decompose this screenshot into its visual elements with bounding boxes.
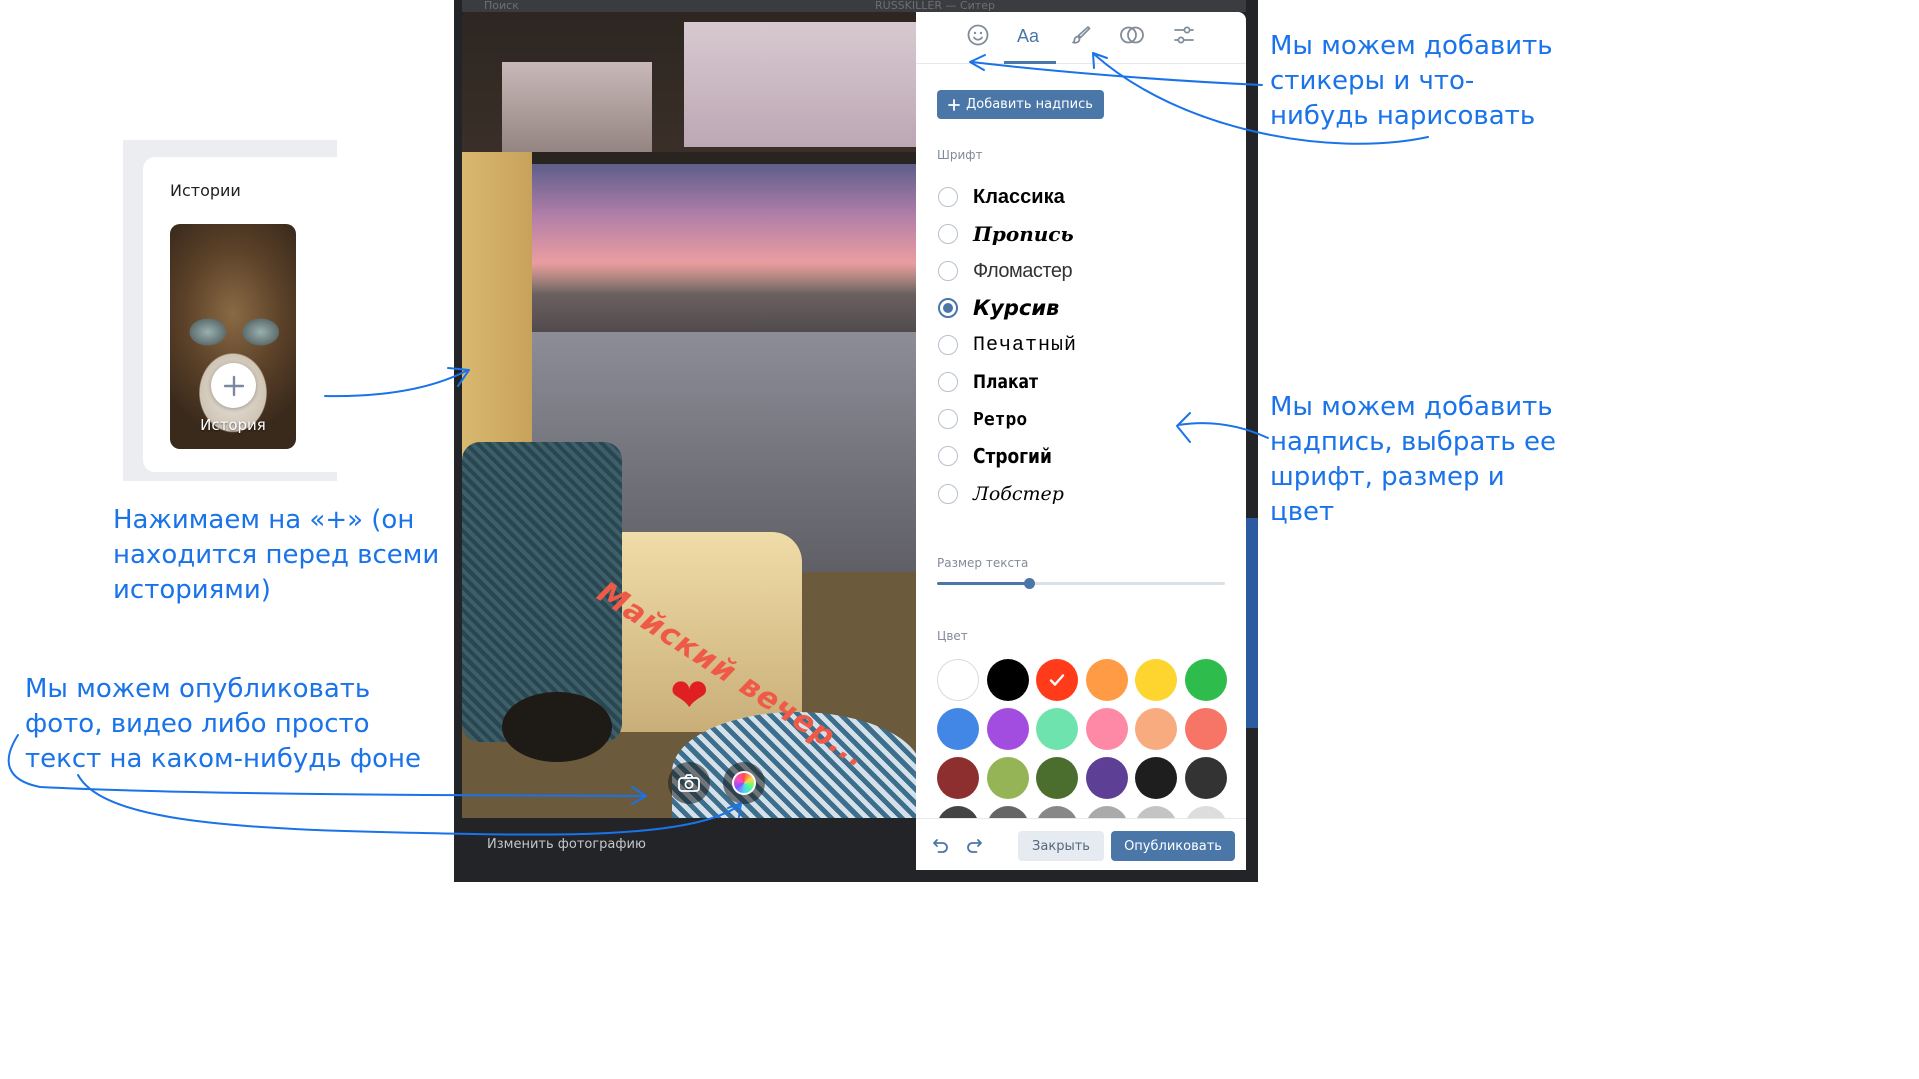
font-section-label: Шрифт <box>937 148 983 162</box>
radio-icon <box>938 335 958 355</box>
font-option-pechatny[interactable]: Печатный <box>938 330 1077 360</box>
color-section-label: Цвет <box>937 629 968 643</box>
color-wheel-icon <box>732 771 756 795</box>
add-caption-label: Добавить надпись <box>966 97 1093 112</box>
camera-button[interactable] <box>668 762 710 804</box>
radio-icon <box>938 372 958 392</box>
color-swatch[interactable] <box>1184 708 1227 750</box>
color-swatch[interactable] <box>986 757 1029 799</box>
radio-icon <box>938 484 958 504</box>
tab-text[interactable]: Aa <box>1017 26 1039 47</box>
close-button[interactable]: Закрыть <box>1018 831 1104 861</box>
background-page-strip <box>1246 518 1258 728</box>
smile-icon <box>967 24 989 46</box>
color-swatch[interactable] <box>986 659 1029 701</box>
redo-button[interactable] <box>964 835 984 855</box>
undo-button[interactable] <box>931 835 951 855</box>
tab-adjust[interactable] <box>1169 20 1199 50</box>
color-swatch[interactable] <box>1135 708 1177 750</box>
font-option-propis[interactable]: Пропись <box>938 219 1074 249</box>
plus-icon <box>948 98 960 111</box>
font-option-plakat[interactable]: Плакат <box>938 367 1052 397</box>
color-swatch[interactable] <box>937 708 979 750</box>
filter-icon <box>1120 26 1144 44</box>
add-caption-button[interactable]: Добавить надпись <box>937 90 1104 119</box>
add-story-label: История <box>200 416 266 434</box>
active-tab-indicator <box>1004 61 1056 64</box>
font-option-label: Курсив <box>973 296 1060 320</box>
color-swatch[interactable] <box>1135 757 1177 799</box>
font-option-klassika[interactable]: Классика <box>938 182 1065 212</box>
radio-selected-icon <box>938 298 958 318</box>
font-option-label: Плакат <box>973 371 1039 393</box>
radio-icon <box>938 187 958 207</box>
sliders-icon <box>1174 26 1194 44</box>
color-swatch[interactable] <box>1085 708 1128 750</box>
publish-button[interactable]: Опубликовать <box>1111 831 1235 861</box>
font-option-label: Лобстер <box>973 483 1064 505</box>
radio-icon <box>938 261 958 281</box>
radio-icon <box>938 409 958 429</box>
color-swatch[interactable] <box>1085 757 1128 799</box>
redo-icon <box>967 839 982 853</box>
now-playing: RUSSKILLER — Ситер <box>875 0 995 12</box>
color-swatch[interactable] <box>1036 757 1078 799</box>
font-option-lobster[interactable]: Лобстер <box>938 479 1064 509</box>
color-swatch[interactable] <box>1135 659 1177 701</box>
annotation-stickers: Мы можем добавить стикеры и что-нибудь н… <box>1270 31 1553 131</box>
background-header-strip: Поиск RUSSKILLER — Ситер <box>462 0 1246 12</box>
color-swatch[interactable] <box>986 708 1029 750</box>
camera-icon <box>678 774 700 792</box>
color-swatch[interactable] <box>1184 659 1227 701</box>
font-option-flomaster[interactable]: Фломастер <box>938 256 1073 286</box>
color-swatch[interactable] <box>1036 659 1078 701</box>
color-swatch[interactable] <box>937 757 979 799</box>
brush-icon <box>1072 26 1091 44</box>
font-option-strogy[interactable]: Строгий <box>938 441 1066 471</box>
font-option-label: Фломастер <box>973 259 1073 282</box>
radio-icon <box>938 446 958 466</box>
add-story-button[interactable] <box>211 363 256 408</box>
plus-icon <box>223 375 244 396</box>
stories-title: Истории <box>170 181 241 200</box>
color-swatch[interactable] <box>1036 708 1078 750</box>
text-size-slider-fill <box>937 582 1030 585</box>
annotation-caption: Мы можем добавить надпись, выбрать ее шр… <box>1270 392 1556 527</box>
annotation-plus: Нажимаем на «+» (он находится перед всем… <box>113 505 440 605</box>
tab-stickers[interactable] <box>963 20 993 50</box>
color-swatch[interactable] <box>1085 659 1128 701</box>
background-color-button[interactable] <box>723 762 765 804</box>
search-hint: Поиск <box>484 0 519 12</box>
change-photo-link[interactable]: Изменить фотографию <box>487 837 646 852</box>
font-option-label: Строгий <box>973 444 1052 468</box>
heart-sticker[interactable]: ❤ <box>670 672 709 718</box>
font-option-retro[interactable]: Ретро <box>938 404 1027 434</box>
tab-filters[interactable] <box>1117 20 1147 50</box>
font-option-kursiv[interactable]: Курсив <box>938 293 1059 323</box>
tab-draw[interactable] <box>1066 20 1096 50</box>
annotation-publish-types: Мы можем опубликовать фото, видео либо п… <box>25 674 422 774</box>
font-option-label: Печатный <box>973 333 1078 357</box>
color-swatch[interactable] <box>1184 757 1227 799</box>
radio-icon <box>938 224 958 244</box>
font-option-label: Пропись <box>973 222 1074 246</box>
undo-icon <box>933 839 948 853</box>
text-size-label: Размер текста <box>937 556 1029 570</box>
check-icon <box>1049 674 1065 686</box>
color-swatch[interactable] <box>937 659 979 701</box>
font-option-label: Классика <box>973 185 1065 208</box>
font-option-label: Ретро <box>973 408 1028 430</box>
